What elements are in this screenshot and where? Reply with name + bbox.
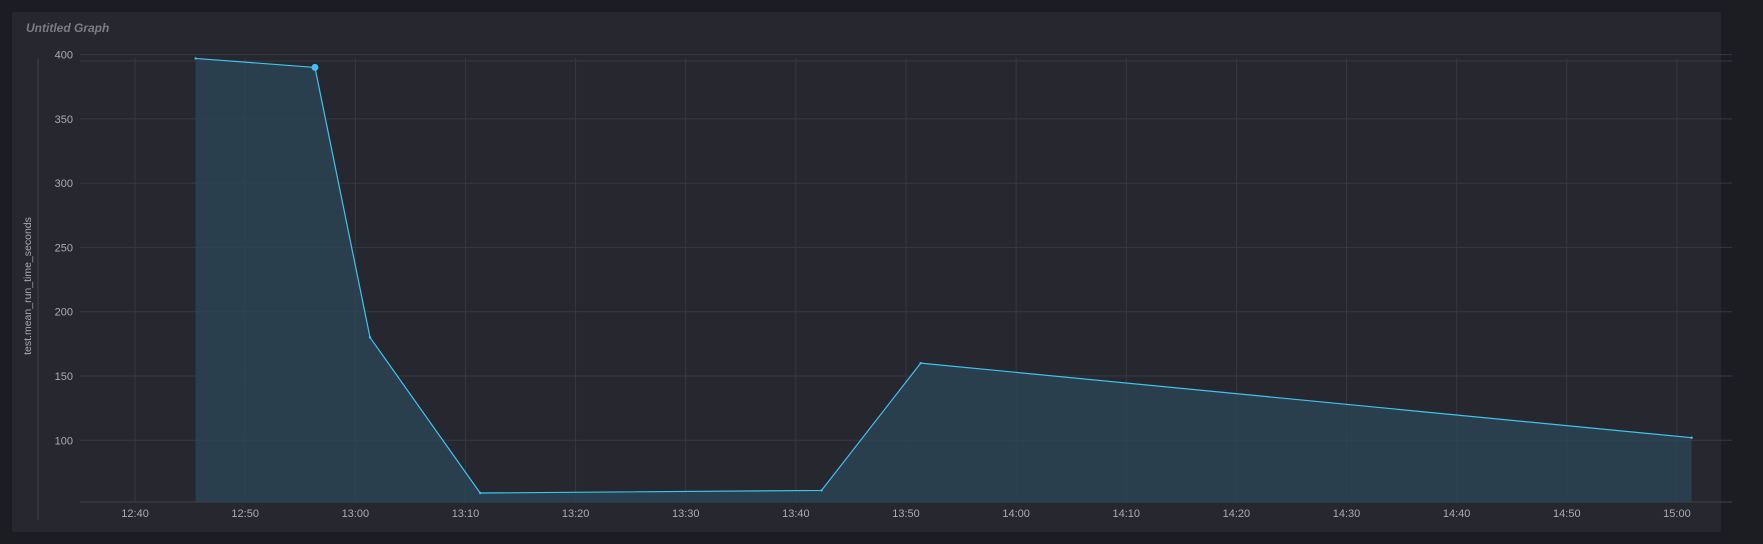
data-point[interactable] [919, 361, 922, 365]
series-area-fill [195, 58, 1692, 503]
data-point[interactable] [820, 489, 823, 492]
data-point[interactable] [368, 336, 372, 339]
data-point[interactable] [1690, 436, 1693, 439]
x-tick-label: 13:50 [892, 508, 920, 520]
data-point[interactable] [478, 491, 482, 495]
x-tick-label: 12:50 [231, 508, 259, 520]
x-tick-label: 14:00 [1002, 508, 1030, 520]
highlighted-point[interactable] [311, 63, 319, 71]
y-tick-label: 350 [55, 114, 73, 126]
y-tick-label: 200 [55, 307, 73, 319]
x-tick-label: 13:20 [562, 508, 590, 520]
x-tick-label: 14:20 [1223, 508, 1251, 520]
y-axis-label: test.mean_run_time_seconds [22, 217, 34, 355]
series-area [194, 57, 1693, 503]
x-tick-label: 12:40 [121, 508, 149, 520]
time-series-chart[interactable]: 100 150 200 250 300 350 400 12:40 12:50 13:00 13:1… [0, 0, 1763, 544]
x-tick-label: 13:10 [452, 508, 480, 520]
x-tick-label: 15:00 [1663, 508, 1691, 520]
x-tick-label: 13:30 [672, 508, 700, 520]
y-tick-label: 400 [55, 50, 73, 62]
y-tick-label: 250 [55, 242, 73, 254]
x-tick-label: 13:40 [782, 508, 810, 520]
x-tick-label: 14:50 [1553, 508, 1581, 520]
data-point[interactable] [194, 57, 197, 60]
y-tick-label: 150 [55, 371, 73, 383]
x-tick-label: 13:00 [342, 508, 370, 520]
x-tick-label: 14:30 [1333, 508, 1361, 520]
y-tick-label: 100 [55, 435, 73, 447]
y-tick-label: 300 [55, 178, 73, 190]
x-tick-label: 14:10 [1113, 508, 1141, 520]
x-tick-label: 14:40 [1443, 508, 1471, 520]
